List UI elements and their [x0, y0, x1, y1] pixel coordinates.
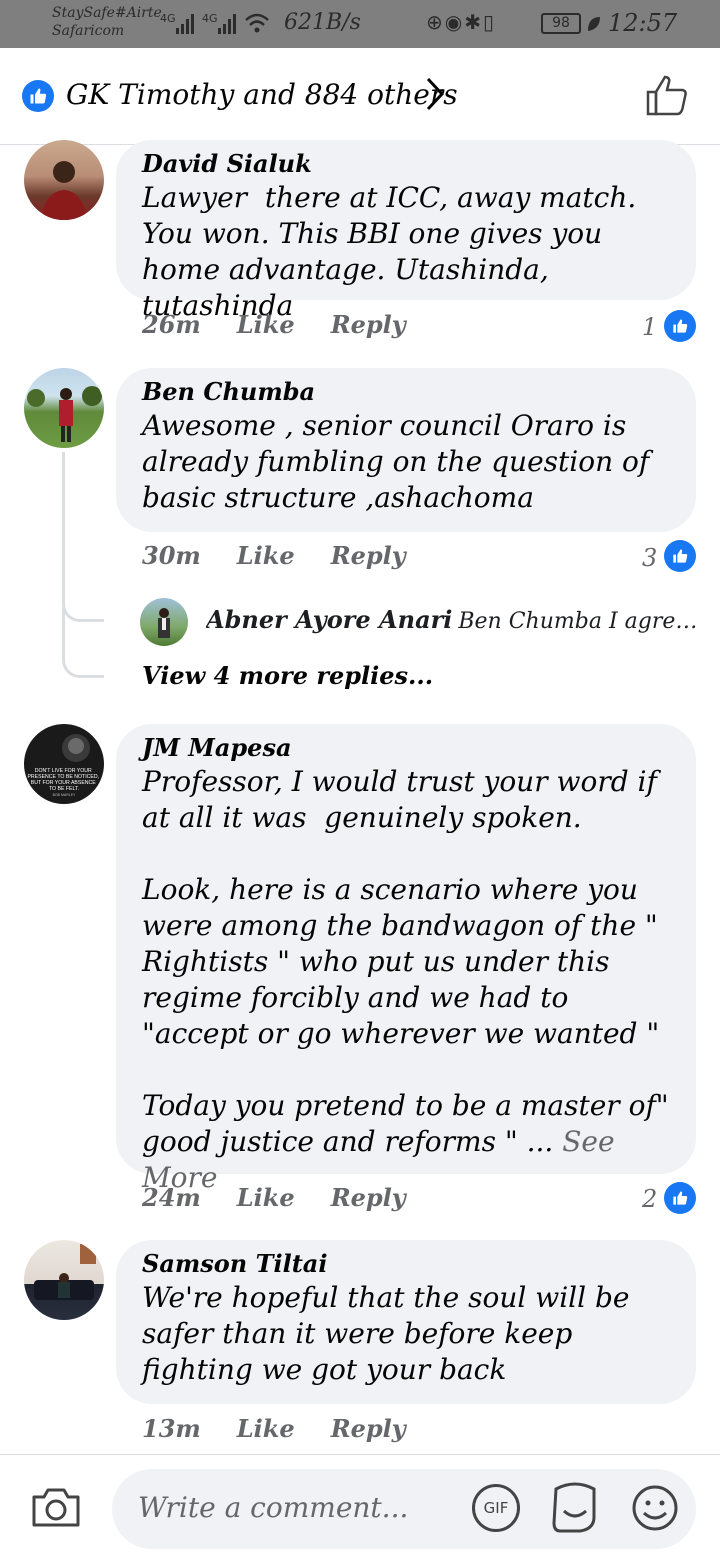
emoji-icon[interactable] — [630, 1483, 680, 1533]
reply-author[interactable]: Abner Ayore Anari — [206, 605, 452, 634]
comment-bubble[interactable]: David Sialuk Lawyer there at ICC, away m… — [116, 140, 696, 322]
avatar[interactable] — [24, 140, 104, 220]
comment-time: 26m — [142, 310, 201, 339]
reply-button[interactable]: Reply — [331, 310, 406, 339]
comment-text: We're hopeful that the soul will be safe… — [142, 1281, 639, 1386]
comment-actions: 13m Like Reply — [142, 1414, 442, 1443]
signal-icon — [176, 14, 194, 34]
avatar[interactable] — [24, 1240, 104, 1320]
comment-bubble[interactable]: Samson Tiltai We're hopeful that the sou… — [116, 1240, 696, 1404]
comment-actions: 24m Like Reply — [142, 1183, 442, 1212]
leaf-icon — [588, 17, 600, 31]
reply-preview[interactable]: Abner Ayore AnariBen Chumba I agree with… — [206, 605, 698, 634]
comment-input[interactable]: Write a comment... GIF — [112, 1469, 696, 1549]
comment-bubble[interactable]: Ben Chumba Awesome , senior council Orar… — [116, 368, 696, 532]
view-more-replies[interactable]: View 4 more replies... — [142, 661, 433, 690]
carrier-name-1: StaySafe#Airte — [52, 5, 162, 21]
network-type-1: 4G — [160, 12, 176, 25]
chevron-right-icon[interactable] — [424, 76, 446, 112]
avatar[interactable] — [24, 368, 104, 448]
alarm-icon: ⊕ — [426, 10, 445, 34]
comment-composer: Write a comment... GIF — [0, 1454, 720, 1560]
like-icon — [22, 80, 54, 112]
like-button[interactable]: Like — [237, 541, 295, 570]
comment-text: Lawyer there at ICC, away match. You won… — [142, 181, 646, 322]
comment-text: Professor, I would trust your word if at… — [142, 764, 670, 1196]
thread-line — [62, 452, 104, 622]
battery-indicator: 98 — [541, 13, 581, 34]
reply-button[interactable]: Reply — [331, 1183, 406, 1212]
like-count: 2 — [642, 1185, 658, 1213]
like-icon — [664, 540, 696, 572]
comment-time: 24m — [142, 1183, 201, 1212]
comment-time: 30m — [142, 541, 201, 570]
avatar[interactable] — [140, 598, 188, 646]
signal-icon — [218, 14, 236, 34]
eye-icon: ◉ — [444, 10, 465, 34]
reply-text: Ben Chumba I agree with y... — [458, 609, 698, 634]
network-type-2: 4G — [202, 12, 218, 25]
like-outline-icon[interactable] — [644, 72, 690, 118]
comment-actions: 26m Like Reply — [142, 310, 442, 339]
comment-text: Awesome , senior council Oraro is alread… — [142, 409, 659, 514]
reply-button[interactable]: Reply — [331, 541, 406, 570]
gif-button[interactable]: GIF — [472, 1484, 520, 1532]
bluetooth-icon: ✱ — [464, 10, 483, 34]
avatar-caption: DON'T LIVE FOR YOUR PRESENCE TO BE NOTIC… — [27, 768, 100, 792]
avatar-credit: BOB MARLEY — [53, 793, 76, 797]
comment-placeholder: Write a comment... — [138, 1491, 409, 1524]
comment-time: 13m — [142, 1414, 201, 1443]
wifi-icon — [245, 13, 269, 33]
comment-text-body: Professor, I would trust your word if at… — [142, 765, 669, 1158]
status-icons: ⊕◉✱▯ — [426, 10, 496, 34]
like-button[interactable]: Like — [237, 310, 295, 339]
comment-author[interactable]: Ben Chumba — [142, 376, 670, 408]
sticker-icon[interactable] — [550, 1481, 600, 1535]
avatar[interactable]: DON'T LIVE FOR YOUR PRESENCE TO BE NOTIC… — [24, 724, 104, 804]
like-icon — [664, 310, 696, 342]
comment-author[interactable]: David Sialuk — [142, 148, 670, 180]
vibrate-icon: ▯ — [482, 10, 496, 34]
comment-actions: 30m Like Reply — [142, 541, 442, 570]
reactions-summary[interactable]: GK Timothy and 884 others — [66, 78, 458, 111]
like-button[interactable]: Like — [237, 1183, 295, 1212]
carrier-info: StaySafe#Airte Safaricom — [52, 4, 162, 40]
comment-author[interactable]: JM Mapesa — [142, 732, 670, 764]
reactions-header[interactable]: GK Timothy and 884 others — [0, 48, 720, 145]
status-bar: StaySafe#Airte Safaricom 4G 4G 621B/s ⊕◉… — [0, 0, 720, 48]
network-speed: 621B/s — [284, 10, 361, 35]
camera-icon[interactable] — [30, 1485, 82, 1529]
thread-line — [62, 608, 104, 678]
comments-sheet: GK Timothy and 884 others David Sialuk L… — [0, 48, 720, 1560]
comment-author[interactable]: Samson Tiltai — [142, 1248, 670, 1280]
clock: 12:57 — [608, 9, 678, 37]
like-button[interactable]: Like — [237, 1414, 295, 1443]
like-count: 3 — [642, 544, 658, 572]
carrier-name-2: Safaricom — [52, 23, 125, 39]
like-count: 1 — [642, 313, 658, 341]
comment-bubble[interactable]: JM Mapesa Professor, I would trust your … — [116, 724, 696, 1194]
reply-button[interactable]: Reply — [331, 1414, 406, 1443]
like-icon — [664, 1182, 696, 1214]
